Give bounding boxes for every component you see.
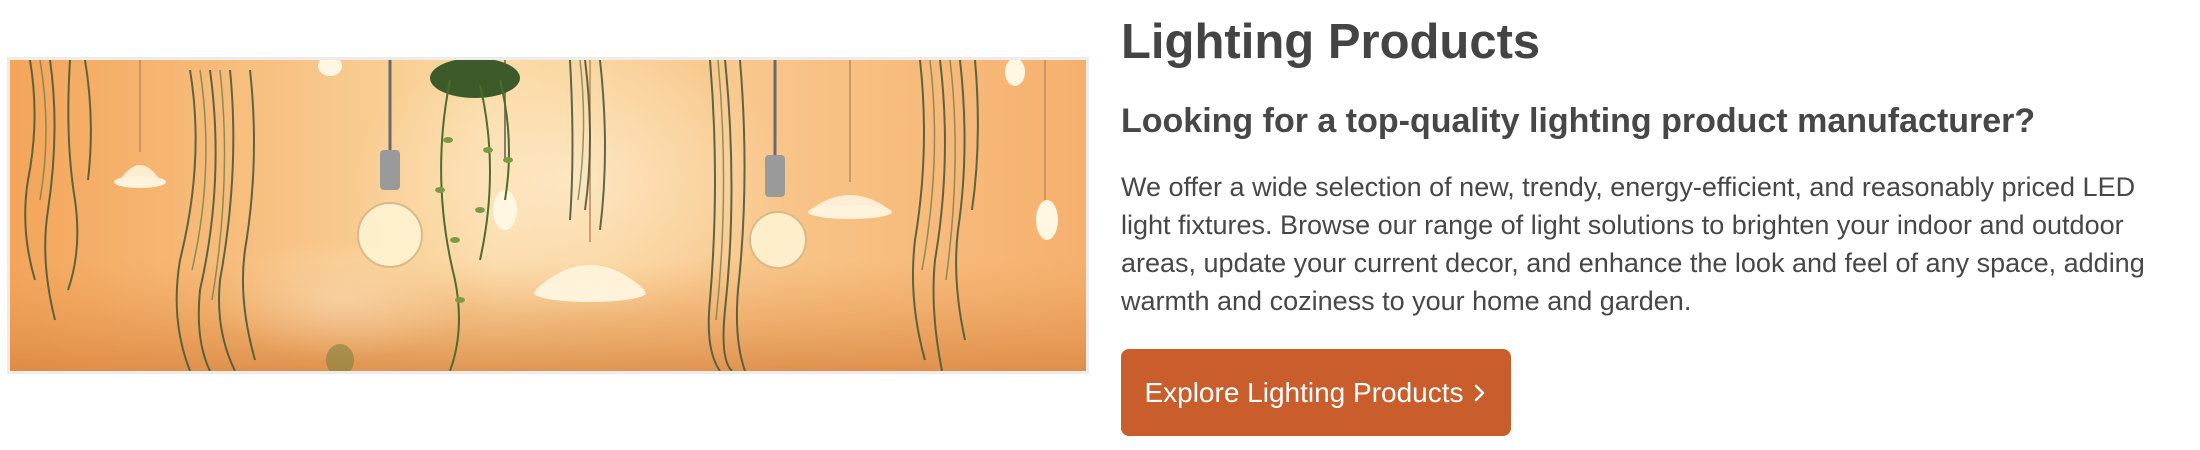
lighting-products-section: Lighting Products Looking for a top-qual… — [0, 0, 2200, 450]
explore-lighting-products-button[interactable]: Explore Lighting Products — [1121, 349, 1511, 436]
explore-button-label: Explore Lighting Products — [1144, 376, 1464, 408]
chevron-right-icon — [1474, 384, 1484, 401]
lighting-hero-image — [7, 57, 1089, 374]
page-title: Lighting Products — [1121, 15, 1541, 69]
section-subtitle: Looking for a top-quality lighting produ… — [1121, 102, 2036, 140]
section-description: We offer a wide selection of new, trendy… — [1121, 172, 2145, 316]
